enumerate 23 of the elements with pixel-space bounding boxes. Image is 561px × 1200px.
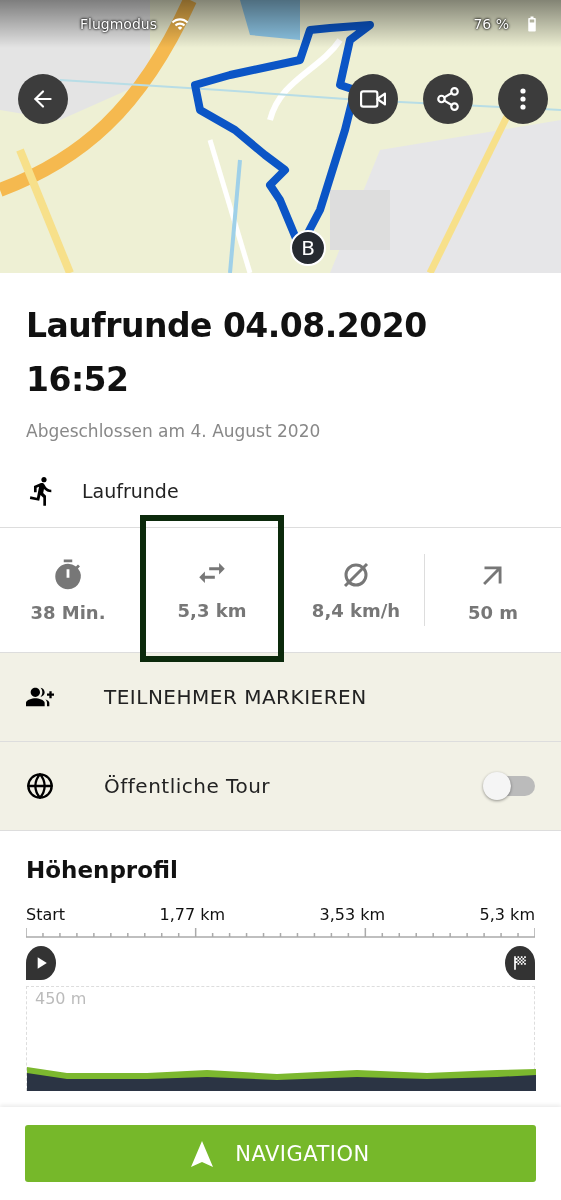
navigation-button[interactable]: NAVIGATION: [25, 1125, 536, 1182]
completion-date: Abgeschlossen am 4. August 2020: [26, 421, 322, 441]
stat-tile[interactable]: 8,4 km/h: [288, 528, 424, 652]
row-label: TEILNEHMER MARKIEREN: [104, 685, 368, 709]
navigation-arrow-icon: [191, 1140, 214, 1167]
axis-label: 5,3 km: [479, 905, 535, 924]
section-heading: Höhenprofil: [26, 857, 179, 883]
share-icon: [435, 86, 461, 112]
wifi-icon: [170, 15, 189, 33]
more-icon: [520, 88, 526, 110]
tour-title: Laufrunde 04.08.2020 16:52: [26, 305, 428, 401]
status-text: Flugmodus: [80, 16, 157, 32]
battery-percent: 76 %: [473, 16, 509, 32]
axis-label: 1,77 km: [159, 905, 226, 924]
elevation-label: 450 m: [35, 989, 87, 1008]
activity-type: Laufrunde: [82, 480, 179, 502]
stat-tile[interactable]: 50 m: [425, 528, 561, 652]
tag-participants-row[interactable]: TEILNEHMER MARKIEREN: [0, 652, 561, 741]
axis-label: Start: [26, 905, 66, 924]
axis-label: 3,53 km: [319, 905, 386, 924]
row-label: Öffentliche Tour: [104, 774, 272, 798]
globe-icon: [26, 772, 54, 800]
stat-tile[interactable]: 38 Min.: [0, 528, 136, 652]
